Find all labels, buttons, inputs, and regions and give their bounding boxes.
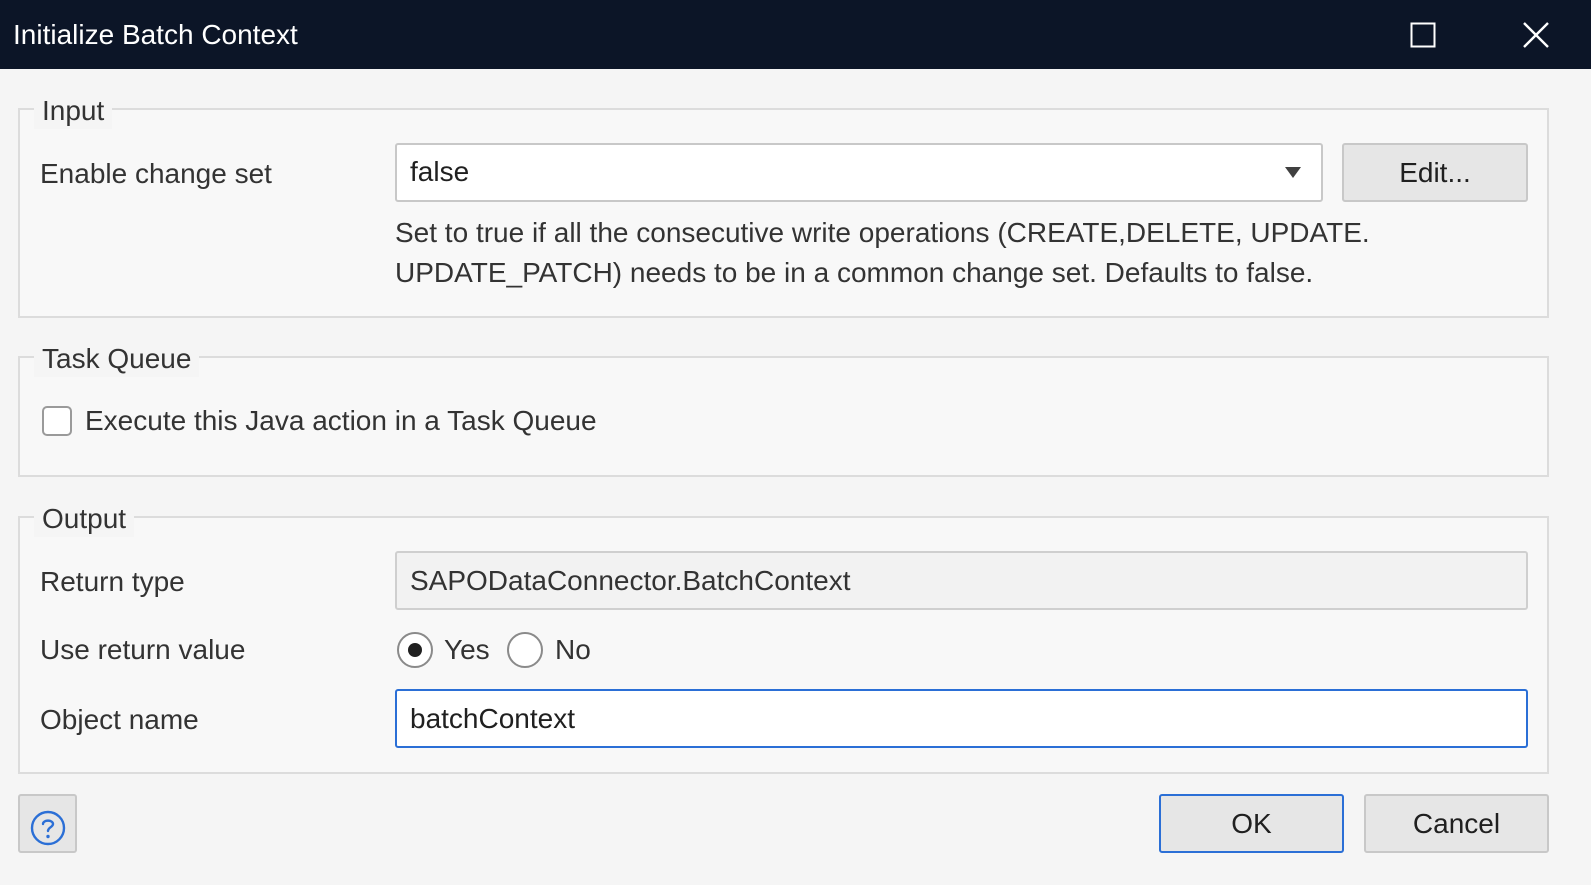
output-legend: Output [34,501,135,537]
radio-selected-dot [408,643,422,657]
help-text-line-2: UPDATE_PATCH) needs to be in a common ch… [395,257,1314,288]
task-queue-legend: Task Queue [34,341,200,377]
close-button[interactable] [1512,11,1560,59]
return-type-label: Return type [40,566,185,597]
cancel-button[interactable]: Cancel [1364,794,1549,853]
radio-yes-label[interactable]: Yes [444,632,490,668]
title-bar: Initialize Batch Context [0,0,1591,69]
radio-no-label[interactable]: No [555,632,591,668]
dialog-window: Initialize Batch Context Input Enable ch… [0,0,1591,885]
use-return-value-label: Use return value [40,634,246,665]
enable-change-set-value: false [410,156,470,187]
maximize-button[interactable] [1399,11,1447,59]
edit-button[interactable]: Edit... [1342,143,1528,202]
ok-button[interactable]: OK [1159,794,1344,853]
radio-no[interactable] [507,632,543,668]
chevron-down-icon [1285,167,1301,178]
object-name-value: batchContext [410,703,575,734]
task-queue-checkbox-label[interactable]: Execute this Java action in a Task Queue [85,403,597,439]
enable-change-set-select[interactable]: false [395,143,1323,202]
object-name-label: Object name [40,704,199,735]
return-type-field: SAPODataConnector.BatchContext [395,551,1528,610]
return-type-value: SAPODataConnector.BatchContext [410,565,851,596]
input-legend: Input [34,93,113,129]
help-icon [30,810,65,846]
radio-yes[interactable] [397,632,433,668]
maximize-icon [1410,22,1436,48]
dialog-title: Initialize Batch Context [13,19,298,50]
close-icon [1523,22,1549,48]
task-queue-checkbox[interactable] [42,406,72,436]
help-button[interactable] [18,794,77,853]
help-text-line-1: Set to true if all the consecutive write… [395,217,1370,248]
enable-change-set-label: Enable change set [40,158,272,189]
object-name-input[interactable]: batchContext [395,689,1528,748]
